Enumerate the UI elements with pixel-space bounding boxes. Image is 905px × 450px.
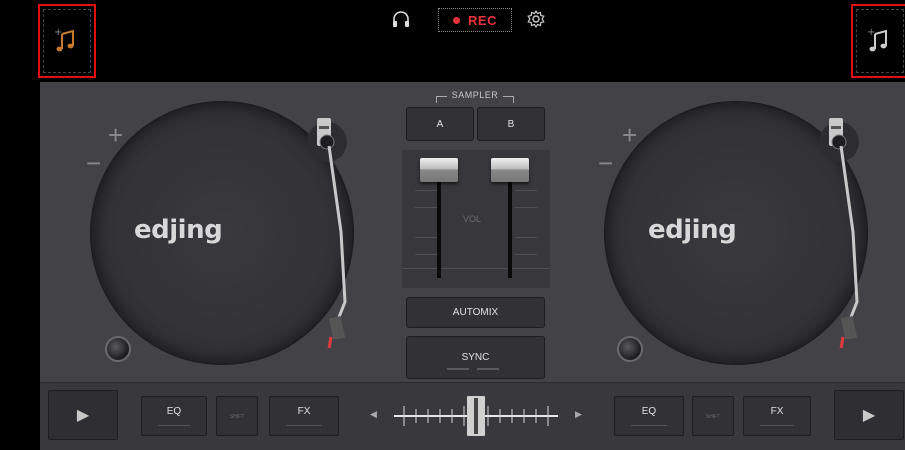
top-bar: + REC + [0, 0, 905, 82]
gear-icon[interactable] [526, 9, 546, 29]
record-button[interactable]: REC [438, 8, 512, 32]
play-button-left[interactable]: ▶ [48, 390, 118, 440]
vol-tick [415, 207, 437, 208]
sampler-a-button[interactable]: A [406, 107, 474, 141]
eq-button-left[interactable]: EQ [141, 396, 207, 436]
tonearm-right[interactable] [817, 112, 877, 362]
volume-fader-right-track [508, 170, 512, 278]
crossfader-right-arrow[interactable]: ▶ [575, 409, 582, 420]
vol-tick [515, 254, 537, 255]
vol-tick [515, 237, 537, 238]
shift-label: SHIFT [229, 414, 245, 420]
brand-logo-left: edjing [134, 215, 223, 245]
sampler-b-button[interactable]: B [477, 107, 545, 141]
crossfader-left-arrow[interactable]: ◀ [370, 409, 377, 420]
volume-label: VOL [463, 214, 482, 224]
automix-button[interactable]: AUTOMIX [406, 297, 545, 328]
music-note-add-icon: + [54, 27, 74, 52]
record-label: REC [468, 12, 497, 28]
eq-label: EQ [166, 406, 182, 417]
volume-fader-right[interactable] [491, 158, 529, 182]
load-track-right-button[interactable]: + [851, 4, 905, 78]
shift-button-left[interactable]: SHIFT [216, 396, 258, 436]
vol-tick [415, 237, 437, 238]
fx-label: FX [770, 406, 784, 417]
volume-fader-left[interactable] [420, 158, 458, 182]
crossfader[interactable] [392, 396, 560, 436]
pitch-minus-right[interactable]: − [598, 148, 613, 179]
sync-label: SYNC [461, 352, 490, 363]
shift-label: SHIFT [705, 414, 721, 420]
pitch-plus-left[interactable]: + [108, 120, 123, 151]
headphones-icon[interactable] [391, 9, 411, 29]
sync-button[interactable]: SYNC [406, 336, 545, 379]
music-note-add-icon: + [867, 27, 887, 52]
vol-baseline [402, 268, 550, 269]
eq-button-right[interactable]: EQ [614, 396, 684, 436]
cue-knob-left[interactable] [105, 336, 131, 362]
play-icon: ▶ [862, 407, 876, 424]
sync-indicator [447, 368, 499, 370]
vol-tick [415, 254, 437, 255]
tonearm-left[interactable] [305, 112, 365, 362]
record-dot-icon [453, 16, 461, 24]
vol-tick [415, 190, 437, 191]
play-icon: ▶ [76, 407, 90, 424]
eq-label: EQ [641, 406, 657, 417]
sampler-label: SAMPLER [436, 90, 514, 103]
cue-knob-right[interactable] [617, 336, 643, 362]
fx-label: FX [297, 406, 311, 417]
vol-tick [515, 207, 537, 208]
pitch-minus-left[interactable]: − [86, 148, 101, 179]
vol-tick [515, 190, 537, 191]
fx-button-right[interactable]: FX [743, 396, 811, 436]
brand-logo-right: edjing [648, 215, 737, 245]
volume-fader-left-track [437, 170, 441, 278]
pitch-plus-right[interactable]: + [622, 120, 637, 151]
fx-button-left[interactable]: FX [269, 396, 339, 436]
play-button-right[interactable]: ▶ [834, 390, 904, 440]
shift-button-right[interactable]: SHIFT [692, 396, 734, 436]
load-track-left-button[interactable]: + [38, 4, 96, 78]
